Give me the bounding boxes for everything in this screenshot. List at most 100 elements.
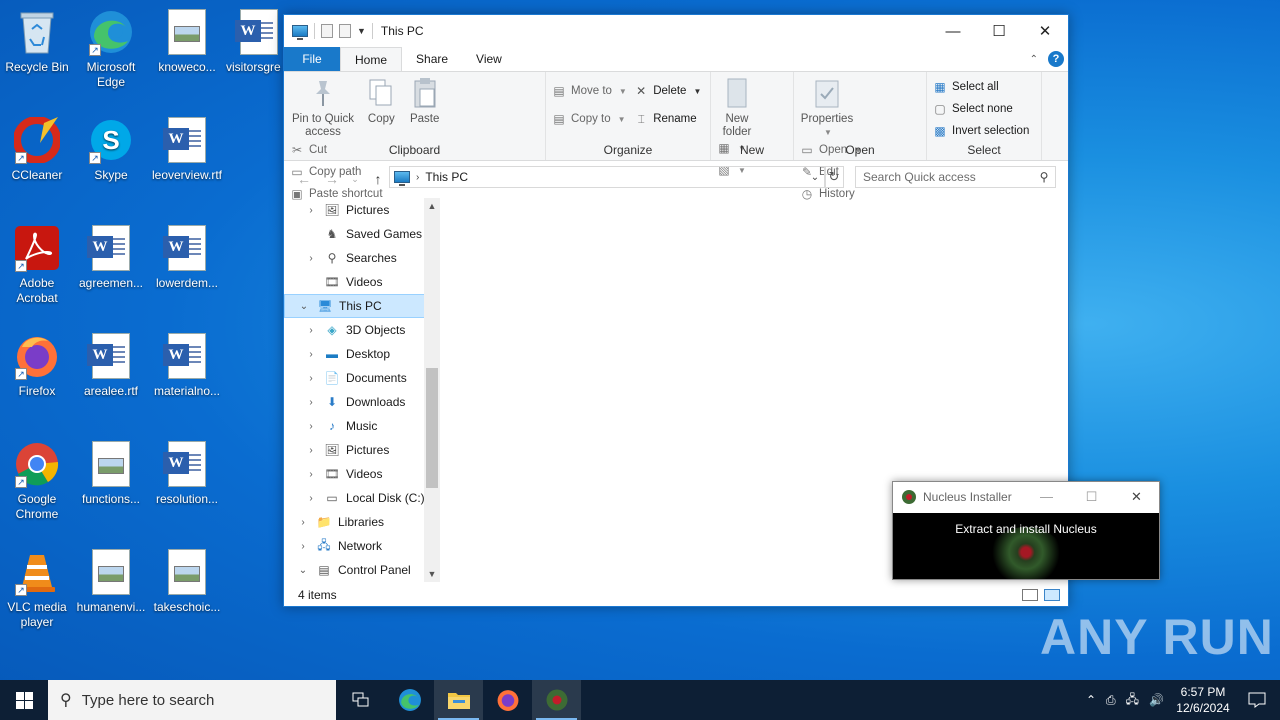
desktop-icon-resolution[interactable]: W resolution... xyxy=(150,440,224,507)
tree-item-desktop[interactable]: › ▬ Desktop xyxy=(284,342,440,366)
maximize-button[interactable]: ☐ xyxy=(976,15,1022,47)
nucleus-maximize-button[interactable]: ☐ xyxy=(1069,489,1114,505)
breadcrumb-this-pc[interactable]: This PC xyxy=(425,170,468,184)
tree-item-saved-games[interactable]: ♞ Saved Games xyxy=(284,222,440,246)
desktop-icon-skype[interactable]: S ↗ Skype xyxy=(74,116,148,183)
desktop-icon-adobe-acrobat[interactable]: ↗ Adobe Acrobat xyxy=(0,224,74,306)
copy-button[interactable]: Copy xyxy=(363,76,399,126)
expand-chevron-icon[interactable]: › xyxy=(304,253,318,264)
desktop-icon-recycle-bin[interactable]: Recycle Bin xyxy=(0,8,74,75)
desktop-icon-microsoft-edge[interactable]: ↗ Microsoft Edge xyxy=(74,8,148,90)
move-to-button[interactable]: ▤ Move to ▼ xyxy=(552,82,627,100)
taskbar-file-explorer-button[interactable] xyxy=(434,680,483,720)
start-button[interactable] xyxy=(0,680,48,720)
expand-chevron-icon[interactable]: › xyxy=(304,421,318,432)
desktop-icon-ccleaner[interactable]: ↗ CCleaner xyxy=(0,116,74,183)
usb-device-icon[interactable]: ⎙ xyxy=(1106,693,1116,708)
collapse-chevron-icon[interactable]: ⌄ xyxy=(296,565,310,576)
rename-button[interactable]: ⌶ Rename xyxy=(634,110,701,128)
taskbar-nucleus-button[interactable] xyxy=(532,680,581,720)
desktop-icon-firefox[interactable]: ↗ Firefox xyxy=(0,332,74,399)
tree-item-3d-objects[interactable]: › ◈ 3D Objects xyxy=(284,318,440,342)
tree-item-local-disk-c[interactable]: › ▭ Local Disk (C:) xyxy=(284,486,440,510)
tree-item-control-panel[interactable]: ⌄ ▤ Control Panel xyxy=(284,558,440,582)
tab-share[interactable]: Share xyxy=(402,47,462,71)
new-folder-button[interactable]: New folder xyxy=(717,76,757,139)
tree-item-network[interactable]: › 🖧 Network xyxy=(284,534,440,558)
select-all-button[interactable]: ▦ Select all xyxy=(933,78,1029,96)
tab-view[interactable]: View xyxy=(462,47,516,71)
properties-button[interactable]: Properties ▼ xyxy=(800,76,854,139)
tree-item-music[interactable]: › ♪ Music xyxy=(284,414,440,438)
copy-to-button[interactable]: ▤ Copy to ▼ xyxy=(552,110,627,128)
minimize-button[interactable]: — xyxy=(930,15,976,47)
clock[interactable]: 6:57 PM 12/6/2024 xyxy=(1174,684,1232,716)
collapse-chevron-icon[interactable]: ⌄ xyxy=(297,301,311,312)
nucleus-title-bar[interactable]: Nucleus Installer — ☐ ✕ xyxy=(893,482,1159,512)
tree-item-pictures[interactable]: › 🖼 Pictures xyxy=(284,438,440,462)
tree-item-libraries[interactable]: › 📁 Libraries xyxy=(284,510,440,534)
desktop-icon-agreement[interactable]: W agreemen... xyxy=(74,224,148,291)
tree-item-documents[interactable]: › 📄 Documents xyxy=(284,366,440,390)
desktop-icon-leoverview[interactable]: W leoverview.rtf xyxy=(150,116,224,183)
address-bar[interactable]: › This PC ⌄ xyxy=(389,166,826,188)
desktop-icon-arealee[interactable]: W arealee.rtf xyxy=(74,332,148,399)
desktop-icon-functions[interactable]: functions... xyxy=(74,440,148,507)
delete-button[interactable]: ✕ Delete ▼ xyxy=(634,82,701,100)
nucleus-close-button[interactable]: ✕ xyxy=(1114,489,1159,505)
tree-item-searches[interactable]: › ⚲ Searches xyxy=(284,246,440,270)
expand-chevron-icon[interactable]: › xyxy=(304,493,318,504)
desktop-icon-lowerdem[interactable]: W lowerdem... xyxy=(150,224,224,291)
taskbar-search-box[interactable]: ⚲ Type here to search xyxy=(48,680,336,720)
tree-item-this-pc[interactable]: ⌄ 🖥 This PC xyxy=(284,294,440,318)
navigation-pane-scrollbar[interactable]: ▲ ▼ xyxy=(424,198,440,582)
breadcrumb-separator-icon[interactable]: › xyxy=(416,172,419,183)
desktop-icon-takeschoic[interactable]: takeschoic... xyxy=(150,548,224,615)
tree-item-videos[interactable]: › 🎞 Videos xyxy=(284,462,440,486)
collapse-ribbon-icon[interactable]: ⌃ xyxy=(1030,54,1038,65)
help-icon[interactable]: ? xyxy=(1048,51,1064,67)
taskbar-firefox-button[interactable] xyxy=(483,680,532,720)
expand-chevron-icon[interactable]: › xyxy=(304,469,318,480)
invert-selection-button[interactable]: ▩ Invert selection xyxy=(933,122,1029,140)
task-view-button[interactable] xyxy=(336,680,385,720)
new-folder-quick-icon[interactable] xyxy=(339,24,351,38)
customize-toolbar-icon[interactable]: ▼ xyxy=(357,26,366,36)
expand-chevron-icon[interactable]: › xyxy=(304,445,318,456)
desktop-icon-materialno[interactable]: W materialno... xyxy=(150,332,224,399)
expand-chevron-icon[interactable]: › xyxy=(304,349,318,360)
search-box[interactable]: Search Quick access ⚲ xyxy=(855,166,1056,188)
nucleus-minimize-button[interactable]: — xyxy=(1024,489,1069,505)
volume-icon[interactable]: 🔊 xyxy=(1149,693,1164,707)
select-none-button[interactable]: ▢ Select none xyxy=(933,100,1029,118)
title-bar[interactable]: ▼ This PC — ☐ ✕ xyxy=(284,15,1068,47)
large-icons-view-icon[interactable] xyxy=(1044,589,1060,601)
refresh-button[interactable]: ↻ xyxy=(824,166,844,188)
taskbar-edge-button[interactable] xyxy=(385,680,434,720)
expand-chevron-icon[interactable]: › xyxy=(296,517,310,528)
tree-item-downloads[interactable]: › ⬇ Downloads xyxy=(284,390,440,414)
expand-chevron-icon[interactable]: › xyxy=(304,397,318,408)
scroll-up-icon[interactable]: ▲ xyxy=(424,201,440,211)
notifications-button[interactable] xyxy=(1242,692,1272,708)
paste-button[interactable]: Paste xyxy=(407,76,443,126)
desktop-icon-google-chrome[interactable]: ↗ Google Chrome xyxy=(0,440,74,522)
properties-quick-icon[interactable] xyxy=(321,24,333,38)
expand-chevron-icon[interactable]: › xyxy=(304,373,318,384)
tab-home[interactable]: Home xyxy=(340,47,403,72)
address-dropdown-icon[interactable]: ⌄ xyxy=(805,172,825,183)
details-view-icon[interactable] xyxy=(1022,589,1038,601)
pin-to-quick-access-button[interactable]: Pin to Quick access xyxy=(290,76,356,139)
scrollbar-thumb[interactable] xyxy=(426,368,438,488)
expand-chevron-icon[interactable]: › xyxy=(296,541,310,552)
desktop-icon-knoweco[interactable]: knoweco... xyxy=(150,8,224,75)
copy-path-button[interactable]: ▭ Copy path xyxy=(290,163,383,181)
expand-chevron-icon[interactable]: › xyxy=(304,325,318,336)
network-icon[interactable]: 🖧 xyxy=(1126,690,1139,711)
close-button[interactable]: ✕ xyxy=(1022,15,1068,47)
tree-item-videos[interactable]: 🎞 Videos xyxy=(284,270,440,294)
expand-chevron-icon[interactable]: › xyxy=(304,205,318,216)
scroll-down-icon[interactable]: ▼ xyxy=(424,569,440,579)
show-hidden-icons-icon[interactable]: ⌃ xyxy=(1086,693,1096,707)
tree-item-pictures[interactable]: › 🖼 Pictures xyxy=(284,198,440,222)
